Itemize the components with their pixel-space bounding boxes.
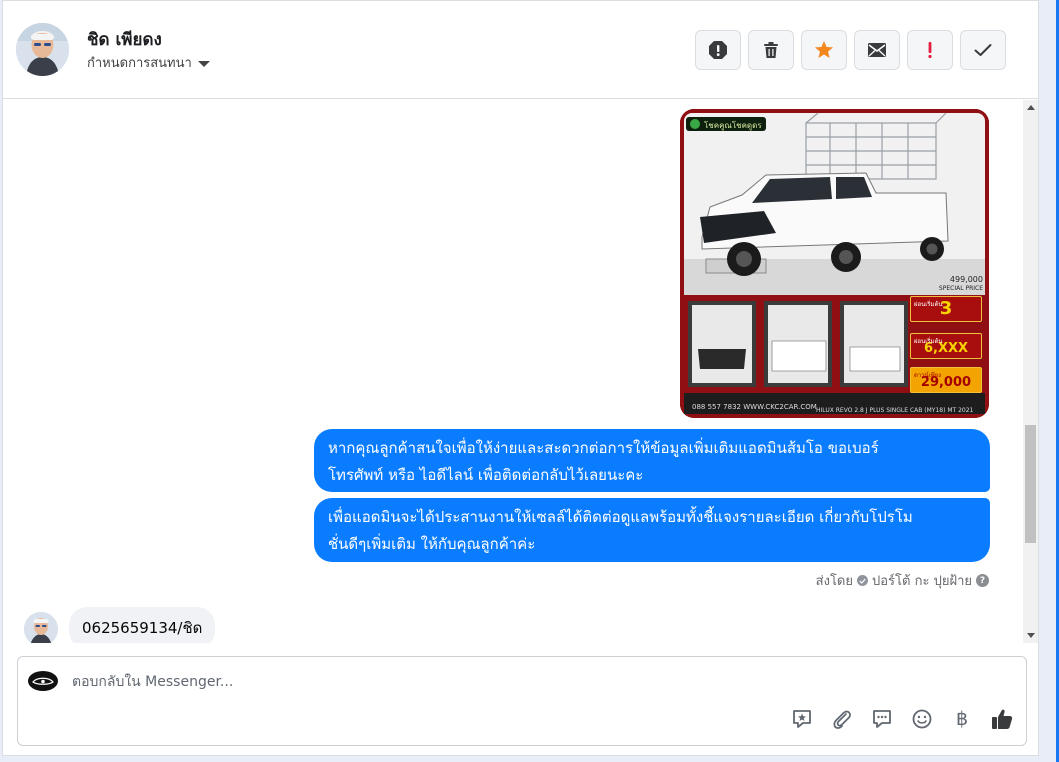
baht-icon: ฿ (955, 708, 969, 730)
sent-by-info: ส่งโดย ปอร์โต้ กะ ปุยฝ้าย ? (816, 570, 989, 591)
header-actions (695, 30, 1006, 70)
help-icon[interactable]: ? (976, 574, 989, 587)
attachment-button[interactable] (830, 707, 854, 731)
trash-icon (764, 42, 778, 58)
price-tag: 499,000 SPECIAL PRICE (938, 275, 983, 292)
like-button[interactable] (990, 707, 1014, 731)
contact-avatar[interactable] (16, 23, 69, 76)
composer-toolbar: ฿ (790, 707, 1014, 731)
comment-button[interactable] (870, 707, 894, 731)
comment-icon (873, 710, 891, 728)
conversation-header: ชิด เพียดง กำหนดการสนทนา (3, 1, 1038, 99)
outgoing-message[interactable]: เพื่อแอดมินจะได้ประสานงานให้เซลล์ได้ติดต… (314, 498, 990, 562)
scroll-up-arrow-icon[interactable] (1027, 105, 1035, 110)
report-button[interactable] (695, 30, 741, 70)
like-icon (992, 709, 1013, 729)
assign-label: กำหนดการสนทนา (87, 56, 192, 71)
page-logo-icon (28, 671, 58, 691)
check-circle-icon (857, 575, 868, 586)
dealer-logo-icon (690, 119, 700, 129)
mark-unread-button[interactable] (854, 30, 900, 70)
attachment-icon (833, 710, 851, 729)
emoji-button[interactable] (910, 707, 934, 731)
conversation-panel: ชิด เพียดง กำหนดการสนทนา โชคคูณโชคดูดร 4… (2, 0, 1039, 756)
saved-reply-icon (793, 710, 811, 728)
report-icon (709, 41, 727, 59)
mail-icon (868, 43, 886, 57)
delete-button[interactable] (748, 30, 794, 70)
follow-up-icon (928, 42, 932, 59)
caret-down-icon (197, 60, 210, 67)
thread-scrollbar[interactable] (1023, 100, 1038, 643)
follow-up-button[interactable] (907, 30, 953, 70)
mark-done-button[interactable] (960, 30, 1006, 70)
incoming-message[interactable]: 0625659134/ชิด (69, 607, 216, 643)
contact-avatar-small[interactable] (24, 612, 58, 643)
scrollbar-thumb[interactable] (1025, 425, 1036, 543)
scroll-down-arrow-icon[interactable] (1027, 633, 1035, 638)
image-contact-line: 088 557 7832 WWW.CKC2CAR.COM (692, 403, 817, 411)
reply-composer: ฿ (17, 656, 1027, 746)
message-line: ชั่นดีๆเพิ่มเติม ให้กับคุณลูกค้าค่ะ (328, 535, 536, 553)
contact-name: ชิด เพียดง (87, 30, 162, 50)
image-banner: โชคคูณโชคดูดร (686, 117, 766, 131)
reply-input[interactable] (72, 671, 972, 693)
promo-box: ดาวน์เพียง 29,000 (910, 367, 982, 393)
image-model-line: HILUX REVO 2.8 J PLUS SINGLE CAB (MY18) … (816, 407, 974, 414)
saved-reply-button[interactable] (790, 707, 814, 731)
message-line: เพื่อแอดมินจะได้ประสานงานให้เซลล์ได้ติดต… (328, 508, 913, 526)
star-icon (815, 41, 833, 58)
message-line: โทรศัพท์ หรือ ไอดีไลน์ เพื่อติดต่อกลับไว… (328, 466, 644, 484)
promo-box: ผ่อนเริ่มต้น 6,XXX (910, 333, 982, 359)
done-check-icon (974, 44, 992, 56)
sent-by-name[interactable]: ปอร์โต้ กะ ปุยฝ้าย (872, 570, 972, 591)
outgoing-message[interactable]: หากคุณลูกค้าสนใจเพื่อให้ง่ายและสะดวกต่อก… (314, 429, 990, 492)
sent-by-label: ส่งโดย (815, 574, 853, 589)
assign-conversation-dropdown[interactable]: กำหนดการสนทนา (87, 52, 210, 73)
car-promo-image[interactable]: โชคคูณโชคดูดร 499,000 SPECIAL PRICE ผ่อน… (680, 109, 989, 418)
promo-box: ผ่อนเริ่มต้น 3 (910, 296, 982, 322)
emoji-icon (912, 709, 932, 729)
message-thread[interactable]: โชคคูณโชคดูดร 499,000 SPECIAL PRICE ผ่อน… (3, 100, 1023, 643)
star-button[interactable] (801, 30, 847, 70)
payment-button[interactable]: ฿ (950, 707, 974, 731)
message-line: หากคุณลูกค้าสนใจเพื่อให้ง่ายและสะดวกต่อก… (328, 439, 879, 457)
